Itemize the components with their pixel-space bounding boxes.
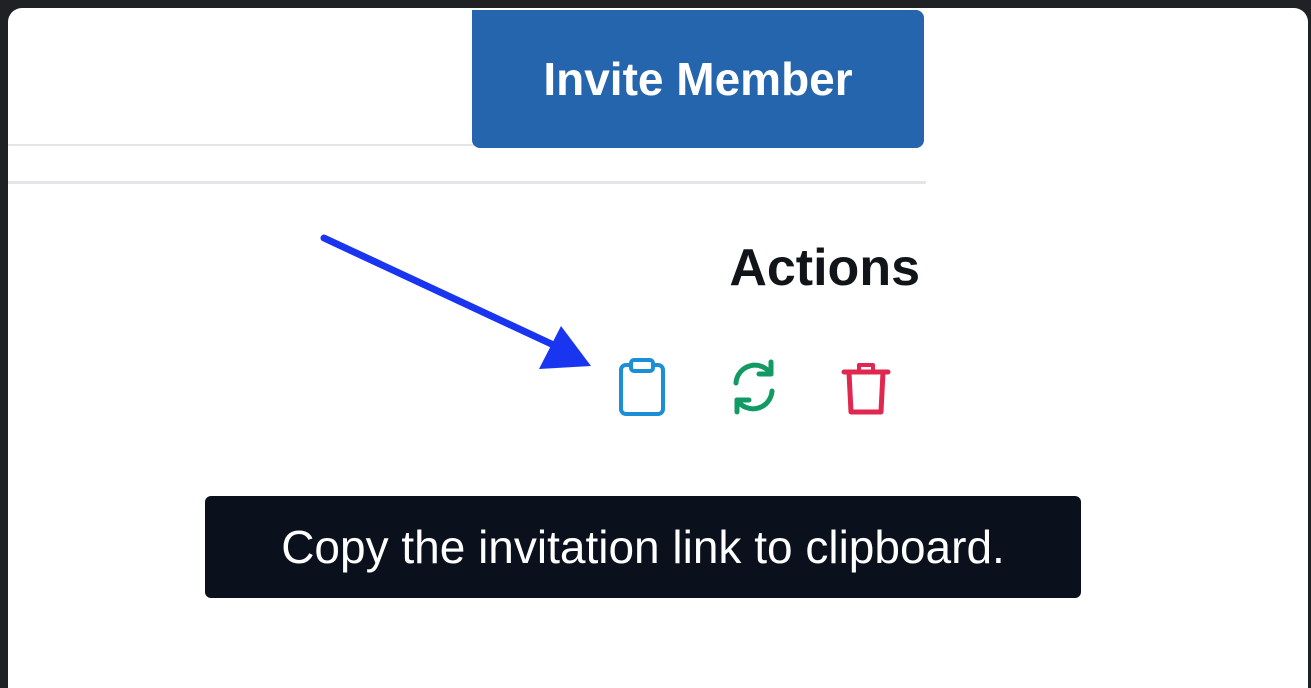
app-window: Invite Member Actions Copy the invitatio… — [8, 8, 1308, 688]
copy-invite-link-button[interactable] — [607, 352, 677, 422]
delete-invite-button[interactable] — [831, 352, 901, 422]
regenerate-link-button[interactable] — [719, 352, 789, 422]
actions-column-header: Actions — [729, 239, 920, 297]
tooltip-text: Copy the invitation link to clipboard. — [281, 521, 1005, 573]
refresh-icon — [733, 359, 775, 415]
clipboard-icon — [619, 358, 665, 416]
table-divider — [8, 181, 926, 184]
search-input[interactable] — [8, 8, 474, 146]
tooltip: Copy the invitation link to clipboard. — [205, 496, 1081, 598]
invite-member-button[interactable]: Invite Member — [472, 10, 924, 148]
trash-icon — [841, 363, 891, 415]
